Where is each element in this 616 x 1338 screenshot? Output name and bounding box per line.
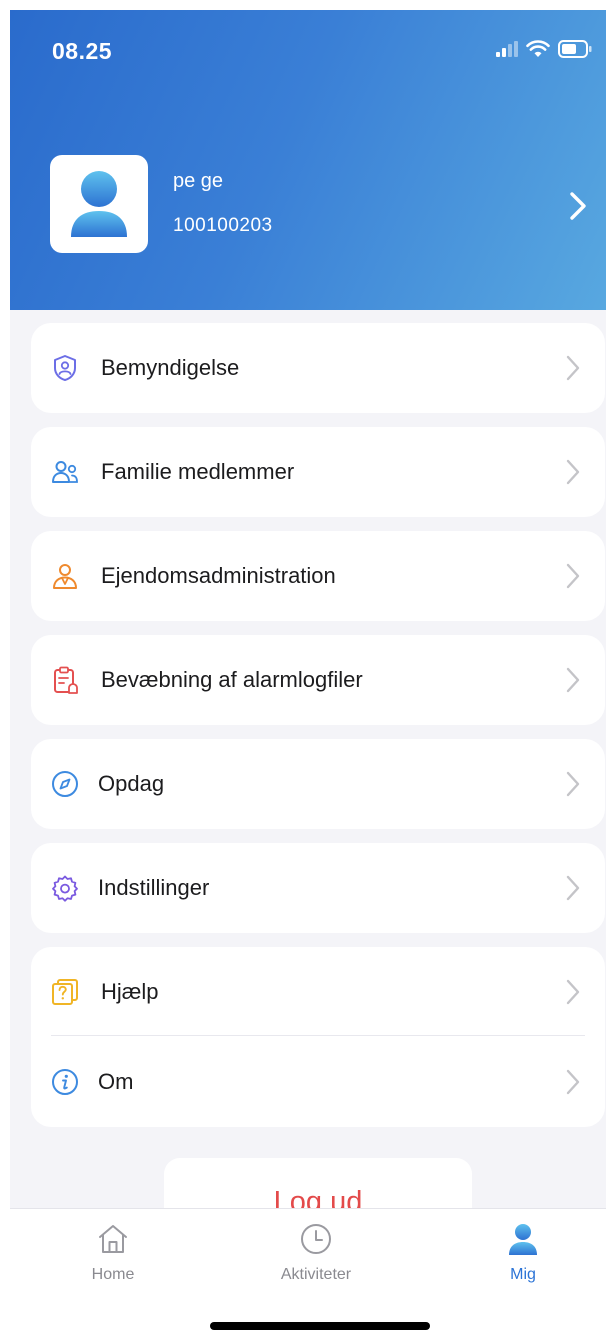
chevron-right-icon <box>566 771 580 797</box>
tab-label: Mig <box>510 1266 536 1283</box>
home-indicator <box>210 1322 430 1330</box>
menu-item-label: Ejendomsadministration <box>101 563 336 588</box>
tab-home[interactable]: Home <box>33 1209 193 1299</box>
tab-activities[interactable]: Aktiviteter <box>236 1209 396 1299</box>
menu-item-family-members[interactable]: Familie medlemmer <box>31 427 605 517</box>
battery-icon <box>558 40 592 58</box>
property-admin-icon <box>53 564 77 589</box>
settings-gear-icon <box>52 875 78 902</box>
menu-item-settings[interactable]: Indstillinger <box>31 843 605 933</box>
menu-card-discover: Opdag <box>31 739 605 829</box>
compass-icon <box>52 771 78 797</box>
tab-bar: Home Aktiviteter Mig <box>10 1208 606 1338</box>
menu-item-alarm-log[interactable]: Bevæbning af alarmlogfiler <box>31 635 605 725</box>
alarm-log-icon <box>54 666 78 694</box>
menu-card-family: Familie medlemmer <box>31 427 605 517</box>
menu-card-alarm-log: Bevæbning af alarmlogfiler <box>31 635 605 725</box>
screen: 08.25 pe ge 100100203 Bemyndigelse Famil… <box>10 10 606 1338</box>
tab-label: Home <box>91 1266 135 1283</box>
home-icon <box>99 1225 127 1253</box>
profile-header: 08.25 pe ge 100100203 <box>10 10 606 310</box>
chevron-right-icon[interactable] <box>566 190 590 222</box>
menu-item-help[interactable]: Hjælp <box>31 947 605 1037</box>
menu-item-discover[interactable]: Opdag <box>31 739 605 829</box>
chevron-right-icon <box>566 875 580 901</box>
chevron-right-icon <box>566 459 580 485</box>
chevron-right-icon <box>566 1069 580 1095</box>
menu-card-property: Ejendomsadministration <box>31 531 605 621</box>
status-time: 08.25 <box>52 38 113 64</box>
menu-item-label: Om <box>98 1069 134 1094</box>
chevron-right-icon <box>566 563 580 589</box>
menu-item-about[interactable]: Om <box>31 1037 605 1127</box>
clock-icon <box>301 1224 331 1254</box>
shield-user-icon <box>54 355 76 381</box>
chevron-right-icon <box>566 355 580 381</box>
status-icons <box>496 40 592 58</box>
chevron-right-icon <box>566 667 580 693</box>
menu-item-label: Bevæbning af alarmlogfiler <box>101 667 363 692</box>
menu-card-settings: Indstillinger <box>31 843 605 933</box>
help-icon <box>52 979 78 1005</box>
menu-item-label: Familie medlemmer <box>101 459 295 484</box>
menu-card-help-about: Hjælp Om <box>31 947 605 1127</box>
menu-item-label: Indstillinger <box>98 875 210 900</box>
family-members-icon <box>52 461 78 483</box>
menu-item-label: Hjælp <box>101 979 159 1004</box>
chevron-right-icon <box>566 979 580 1005</box>
person-icon <box>509 1224 537 1255</box>
avatar[interactable] <box>50 155 148 253</box>
tab-label: Aktiviteter <box>280 1266 352 1283</box>
menu-item-property-admin[interactable]: Ejendomsadministration <box>31 531 605 621</box>
profile-name: pe ge <box>173 170 224 192</box>
user-avatar-icon <box>71 171 127 237</box>
menu-item-label: Opdag <box>98 771 165 796</box>
signal-icon <box>496 41 518 57</box>
menu-item-label: Bemyndigelse <box>101 355 240 380</box>
menu-item-authorization[interactable]: Bemyndigelse <box>31 323 605 413</box>
wifi-icon <box>526 40 550 57</box>
profile-id: 100100203 <box>173 215 273 236</box>
info-icon <box>52 1069 78 1095</box>
menu-card-authorization: Bemyndigelse <box>31 323 605 413</box>
tab-me[interactable]: Mig <box>443 1209 603 1299</box>
divider <box>51 1035 585 1036</box>
